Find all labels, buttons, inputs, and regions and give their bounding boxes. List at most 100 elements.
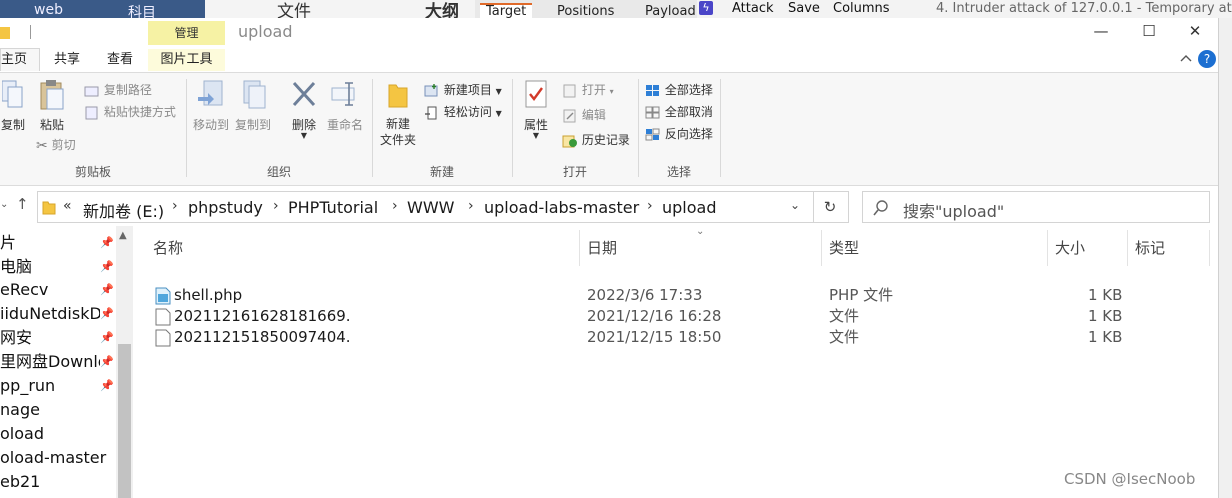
copy-to-button[interactable]: 复制到 <box>234 79 272 133</box>
copy-label: 复制 <box>0 118 25 132</box>
delete-button[interactable]: 删除 ▼ <box>288 79 320 140</box>
column-divider[interactable] <box>1209 230 1210 266</box>
paste-shortcut-button[interactable]: 粘贴快捷方式 <box>84 103 176 121</box>
burp-tab[interactable]: Payload <box>645 5 696 18</box>
nav-item[interactable]: eRecv <box>0 278 116 302</box>
new-folder-label-line2: 文件夹 <box>379 133 416 147</box>
scroll-up-icon[interactable]: ▲ <box>119 230 127 241</box>
column-header-type[interactable]: 类型 <box>829 237 859 258</box>
burp-menu-attack[interactable]: Attack <box>732 1 774 16</box>
nav-item[interactable]: eb21 <box>0 470 116 494</box>
nav-item[interactable]: 电脑 <box>0 255 116 279</box>
move-to-label: 移动到 <box>192 118 229 132</box>
edit-button[interactable]: 编辑 <box>562 106 606 124</box>
address-bar[interactable]: « 新加卷 (E:) › phpstudy › PHPTutorial › WW… <box>37 191 814 223</box>
refresh-icon[interactable]: ↻ <box>812 191 849 223</box>
paste-button[interactable]: 粘贴 <box>36 79 68 133</box>
invert-selection-label: 反向选择 <box>664 127 713 141</box>
help-icon[interactable]: ? <box>1198 50 1216 68</box>
search-input[interactable]: 搜索"upload" <box>862 191 1210 223</box>
column-header-name[interactable]: 名称 <box>153 237 183 258</box>
burp-tab[interactable]: Positions <box>557 5 614 18</box>
breadcrumb-separator[interactable]: › <box>273 198 279 214</box>
table-row[interactable]: 202112161628181669. 2021/12/16 16:28 文件 … <box>133 306 1133 327</box>
nav-item[interactable]: oload-master <box>0 446 116 470</box>
chevron-down-icon[interactable]: ⌄ <box>790 198 800 212</box>
cut-label: 剪切 <box>51 138 76 152</box>
select-none-button[interactable]: 全部取消 <box>645 103 713 121</box>
paste-icon <box>40 80 64 110</box>
breadcrumb-separator[interactable]: › <box>172 198 178 214</box>
breadcrumb-item[interactable]: 新加卷 (E:) <box>83 198 164 222</box>
minimize-button[interactable]: — <box>1078 18 1124 45</box>
column-divider[interactable] <box>1047 230 1048 266</box>
tab-share[interactable]: 共享 <box>54 49 80 71</box>
table-row[interactable]: shell.php 2022/3/6 17:33 PHP 文件 1 KB <box>133 285 1133 306</box>
overflow-chevron[interactable]: « <box>63 198 72 214</box>
tab-home[interactable]: 主页 <box>0 48 40 71</box>
background-window-mid: 文件 大纲 <box>205 0 475 22</box>
breadcrumb-item[interactable]: phpstudy <box>188 198 263 217</box>
up-arrow-icon[interactable]: ↑ <box>16 195 29 213</box>
nav-item-label: 电脑 <box>0 257 33 276</box>
tab-view[interactable]: 查看 <box>107 49 133 71</box>
burp-menu-save[interactable]: Save <box>788 1 820 16</box>
column-header-size[interactable]: 大小 <box>1055 237 1085 258</box>
breadcrumb-separator[interactable]: › <box>468 198 474 214</box>
breadcrumb-item[interactable]: upload <box>662 198 717 217</box>
nav-item[interactable]: iiduNetdiskDo <box>0 302 100 326</box>
invert-selection-button[interactable]: 反向选择 <box>645 125 713 143</box>
folder-icon <box>42 201 56 215</box>
file-type: 文件 <box>829 307 860 325</box>
nav-item[interactable]: oload <box>0 422 116 446</box>
breadcrumb-item[interactable]: PHPTutorial <box>288 198 378 217</box>
nav-item-label: pp_run <box>0 376 56 395</box>
nav-scroll-thumb[interactable] <box>118 344 131 498</box>
close-button[interactable]: ✕ <box>1172 18 1218 45</box>
column-divider[interactable] <box>821 230 822 266</box>
column-divider[interactable] <box>1127 230 1128 266</box>
breadcrumb-item[interactable]: upload-labs-master <box>484 198 639 217</box>
rename-button[interactable]: 重命名 <box>326 79 364 133</box>
breadcrumb-separator[interactable]: › <box>392 198 398 214</box>
blank-file-icon <box>155 329 171 347</box>
file-type: 文件 <box>829 328 860 346</box>
tab-picture-tools[interactable]: 图片工具 <box>148 49 225 71</box>
copy-button[interactable]: 复制 <box>0 79 26 133</box>
paste-label: 粘贴 <box>39 118 64 132</box>
move-to-button[interactable]: 移动到 <box>192 79 230 133</box>
nav-item[interactable]: 网安 <box>0 326 116 350</box>
qat-divider <box>30 25 31 39</box>
column-divider[interactable] <box>579 230 580 266</box>
nav-item[interactable]: 里网盘Downlo <box>0 350 100 374</box>
new-item-button[interactable]: 新建项目 ▼ <box>424 81 502 99</box>
open-button[interactable]: 打开 ▾ <box>562 81 614 99</box>
file-date: 2021/12/16 16:28 <box>587 307 722 325</box>
chevron-down-icon[interactable] <box>1180 55 1192 63</box>
select-all-button[interactable]: 全部选择 <box>645 81 713 99</box>
folder-icon <box>0 27 10 39</box>
breadcrumb-separator[interactable]: › <box>647 198 653 214</box>
burp-menu-columns[interactable]: Columns <box>833 1 890 16</box>
properties-button[interactable]: 属性 ▼ <box>518 79 554 140</box>
table-row[interactable]: 202112151850097404. 2021/12/15 18:50 文件 … <box>133 327 1133 348</box>
column-header-date[interactable]: 日期 <box>587 237 617 258</box>
new-folder-button[interactable]: 新建 文件夹 <box>378 79 418 148</box>
scissors-icon: ✂ <box>36 137 48 154</box>
easy-access-label: 轻松访问 <box>443 105 492 119</box>
burp-tab[interactable]: Target <box>480 3 533 18</box>
chevron-down-icon[interactable]: ⌄ <box>0 199 8 210</box>
cut-button[interactable]: ✂ 剪切 <box>36 136 76 154</box>
copy-path-button[interactable]: 复制路径 <box>84 81 152 99</box>
pin-icon: 📌 <box>100 260 114 273</box>
nav-item[interactable]: pp_run <box>0 374 116 398</box>
file-size: 1 KB <box>1088 286 1123 304</box>
nav-item[interactable]: nage <box>0 398 116 422</box>
history-button[interactable]: 历史记录 <box>562 131 630 149</box>
column-header-tags[interactable]: 标记 <box>1135 237 1165 258</box>
easy-access-button[interactable]: 轻松访问 ▼ <box>424 103 502 121</box>
breadcrumb-item[interactable]: WWW <box>407 198 454 217</box>
context-tab-manage[interactable]: 管理 <box>148 21 225 45</box>
nav-item[interactable]: 片 <box>0 231 116 255</box>
maximize-button[interactable]: ☐ <box>1126 18 1172 45</box>
